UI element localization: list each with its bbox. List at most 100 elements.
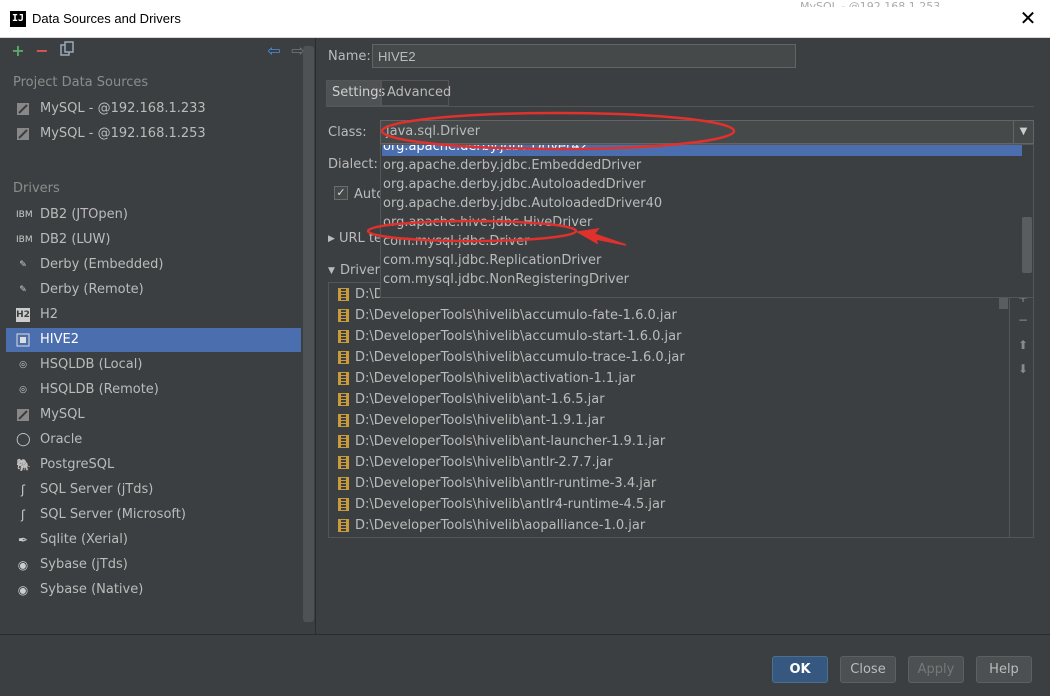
move-down-icon[interactable]: ⬇ <box>1016 362 1030 376</box>
jar-file-icon <box>338 498 349 511</box>
sybase-icon: ◉ <box>17 583 29 597</box>
driver-item-label: Derby (Embedded) <box>40 257 164 272</box>
sqlserver-icon: ʃ <box>20 483 26 497</box>
driver-item-sqlserver-jtds[interactable]: ʃ SQL Server (jTds) <box>6 478 301 502</box>
file-path: D:\DeveloperTools\hivelib\ant-launcher-1… <box>355 434 666 449</box>
dropdown-option[interactable]: com.mysql.jdbc.NonRegisteringDriver <box>382 270 1022 289</box>
class-label: Class: <box>328 125 367 140</box>
tab-advanced[interactable]: Advanced <box>381 80 451 106</box>
list-item[interactable]: D:\DeveloperTools\hivelib\accumulo-trace… <box>330 347 998 368</box>
remove-icon[interactable]: − <box>32 41 52 61</box>
driver-item-label: Sybase (jTds) <box>40 557 128 572</box>
mysql-icon <box>16 127 30 141</box>
list-item[interactable]: D:\DeveloperTools\hivelib\ant-1.6.5.jar <box>330 389 998 410</box>
dropdown-scrollbar[interactable] <box>1022 217 1032 273</box>
help-button[interactable]: Help <box>976 656 1032 683</box>
mysql-icon <box>16 408 30 422</box>
driver-item-label: H2 <box>40 307 59 322</box>
driver-item-label: Sqlite (Xerial) <box>40 532 128 547</box>
dropdown-option[interactable]: org.apache.derby.jdbc.EmbeddedDriver <box>382 156 1022 175</box>
remove-file-icon[interactable]: − <box>1016 313 1030 327</box>
dropdown-option[interactable]: org.apache.derby.jdbc.AutoloadedDriver40 <box>382 194 1022 213</box>
files-side-toolbar: + − ⬆ ⬇ <box>1009 283 1033 537</box>
expand-url-icon[interactable]: ▶ <box>328 234 335 244</box>
driver-item-sqlserver-microsoft[interactable]: ʃ SQL Server (Microsoft) <box>6 503 301 527</box>
dropdown-option[interactable]: org.apache.derby.jdbc.AutoloadedDriver <box>382 175 1022 194</box>
driver-item-sybase-jtds[interactable]: ◉ Sybase (jTds) <box>6 553 301 577</box>
list-item[interactable]: D:\DeveloperTools\hivelib\accumulo-start… <box>330 326 998 347</box>
postgresql-icon: 🐘 <box>16 458 31 472</box>
jar-file-icon <box>338 393 349 406</box>
driver-item-db2-jtopen[interactable]: IBM DB2 (JTOpen) <box>6 203 301 227</box>
file-path: D:\DeveloperTools\hivelib\activation-1.1… <box>355 371 636 386</box>
list-item[interactable]: D:\DeveloperTools\hivelib\aopalliance-1.… <box>330 515 998 536</box>
close-button[interactable]: Close <box>840 656 896 683</box>
list-item[interactable]: D:\DeveloperTools\hivelib\ant-launcher-1… <box>330 431 998 452</box>
class-combobox[interactable]: java.sql.Driver ▼ <box>380 120 1034 144</box>
driver-item-hsqldb-remote[interactable]: ◎ HSQLDB (Remote) <box>6 378 301 402</box>
dropdown-option-hive-driver[interactable]: org.apache.hive.jdbc.HiveDriver <box>382 213 1022 232</box>
sidebar-scrollbar[interactable] <box>303 46 314 622</box>
driver-item-db2-luw[interactable]: IBM DB2 (LUW) <box>6 228 301 252</box>
file-path: D:\DeveloperTools\hivelib\accumulo-trace… <box>355 350 685 365</box>
driver-item-hive2[interactable]: HIVE2 <box>6 328 301 352</box>
name-label: Name: <box>328 49 371 64</box>
driver-item-sqlite[interactable]: ✒ Sqlite (Xerial) <box>6 528 301 552</box>
apply-button[interactable]: Apply <box>908 656 964 683</box>
derby-icon: ✎ <box>19 285 27 295</box>
back-arrow-icon[interactable]: ⇦ <box>264 41 284 61</box>
driver-item-label: PostgreSQL <box>40 457 115 472</box>
file-path: D:\DeveloperTools\hivelib\aopalliance-1.… <box>355 518 646 533</box>
file-path: D:\DeveloperTools\hivelib\antlr4-runtime… <box>355 497 666 512</box>
name-field[interactable] <box>372 44 796 68</box>
driver-item-oracle[interactable]: ◯ Oracle <box>6 428 301 452</box>
list-item[interactable]: D:\DeveloperTools\hivelib\ant-1.9.1.jar <box>330 410 998 431</box>
driver-item-label: DB2 (JTOpen) <box>40 207 128 222</box>
jar-file-icon <box>338 477 349 490</box>
jar-file-icon <box>338 456 349 469</box>
tab-settings[interactable]: Settings <box>326 80 385 106</box>
oracle-icon: ◯ <box>16 432 31 447</box>
close-icon[interactable]: ✕ <box>1016 6 1040 30</box>
list-item[interactable]: D:\DeveloperTools\hivelib\antlr4-runtime… <box>330 494 998 515</box>
driver-item-mysql[interactable]: MySQL <box>6 403 301 427</box>
driver-settings-panel: Name: Settings Advanced Class: java.sql.… <box>316 38 1050 634</box>
ok-button[interactable]: OK <box>772 656 828 683</box>
chevron-down-icon[interactable]: ▼ <box>1013 121 1033 143</box>
driver-icon <box>16 333 30 347</box>
duplicate-icon[interactable] <box>57 41 77 61</box>
collapse-driver-files-icon[interactable]: ▼ <box>328 266 335 276</box>
driver-item-hsqldb-local[interactable]: ◎ HSQLDB (Local) <box>6 353 301 377</box>
driver-item-sybase-native[interactable]: ◉ Sybase (Native) <box>6 578 301 602</box>
driver-item-derby-remote[interactable]: ✎ Derby (Remote) <box>6 278 301 302</box>
sidebar-toolbar: + − ⇦ ⇨ <box>0 38 316 64</box>
dropdown-option[interactable]: com.mysql.jdbc.ReplicationDriver <box>382 251 1022 270</box>
jar-file-icon <box>338 288 349 301</box>
dialect-label: Dialect: <box>328 157 378 172</box>
ibm-icon: IBM <box>16 235 33 245</box>
driver-item-postgresql[interactable]: 🐘 PostgreSQL <box>6 453 301 477</box>
file-path: D:\DeveloperTools\hivelib\antlr-2.7.7.ja… <box>355 455 613 470</box>
project-source-item[interactable]: MySQL - @192.168.1.253 <box>6 122 301 146</box>
driver-item-derby-embedded[interactable]: ✎ Derby (Embedded) <box>6 253 301 277</box>
list-item[interactable]: D:\DeveloperTools\hivelib\antlr-2.7.7.ja… <box>330 452 998 473</box>
driver-item-label: HSQLDB (Remote) <box>40 382 159 397</box>
driver-item-h2[interactable]: H2 H2 <box>6 303 301 327</box>
intellij-app-icon: IJ <box>10 11 26 27</box>
list-item[interactable]: D:\DeveloperTools\hivelib\activation-1.1… <box>330 368 998 389</box>
h2-icon: H2 <box>16 308 30 322</box>
auto-checkbox[interactable]: ✓ <box>334 186 348 200</box>
driver-item-label: SQL Server (Microsoft) <box>40 507 186 522</box>
project-source-item[interactable]: MySQL - @192.168.1.233 <box>6 97 301 121</box>
dropdown-option[interactable]: org.apache.derby.jdbc.Driver42 <box>382 145 1022 156</box>
add-icon[interactable]: + <box>8 41 28 61</box>
sidebar: + − ⇦ ⇨ Project Data Sources MySQL - @19… <box>0 38 316 634</box>
dropdown-option[interactable]: com.mysql.jdbc.Driver <box>382 232 1022 251</box>
list-item[interactable]: D:\DeveloperTools\hivelib\accumulo-fate-… <box>330 305 998 326</box>
list-item[interactable]: D:\DeveloperTools\hivelib\antlr-runtime-… <box>330 473 998 494</box>
jar-file-icon <box>338 519 349 532</box>
project-source-label: MySQL - @192.168.1.233 <box>40 101 206 116</box>
hsqldb-icon: ◎ <box>19 385 27 395</box>
move-up-icon[interactable]: ⬆ <box>1016 338 1030 352</box>
hsqldb-icon: ◎ <box>19 360 27 370</box>
